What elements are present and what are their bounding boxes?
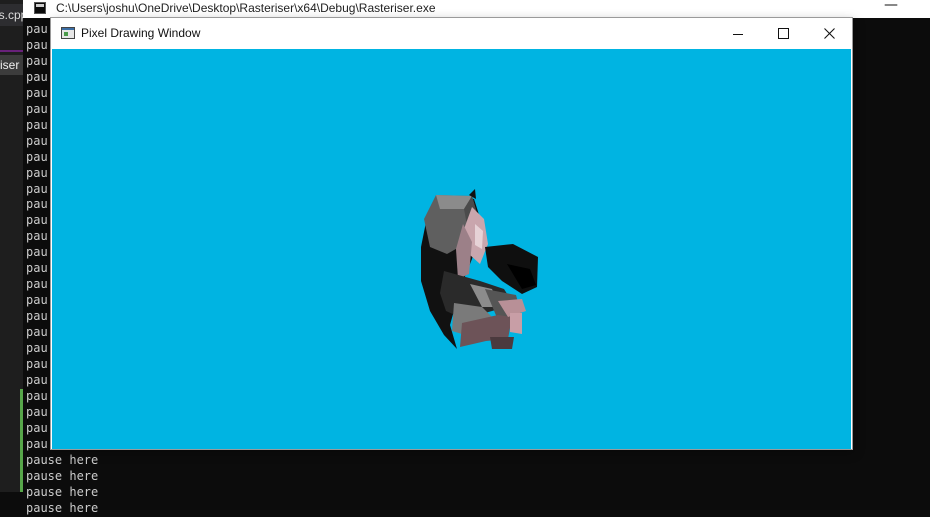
console-app-icon: [34, 2, 46, 14]
console-line: pause here: [26, 468, 99, 483]
editor-accent-bar: [0, 50, 23, 52]
console-title: C:\Users\joshu\OneDrive\Desktop\Rasteris…: [56, 1, 436, 15]
editor-file-tab[interactable]: es.cpp: [0, 4, 23, 26]
render-canvas[interactable]: [52, 49, 851, 449]
editor-strip: es.cpp riser: [0, 0, 24, 492]
close-button[interactable]: [806, 18, 852, 49]
console-line: pause here: [26, 452, 99, 467]
pixel-drawing-window: Pixel Drawing Window: [51, 18, 852, 449]
console-titlebar[interactable]: C:\Users\joshu\OneDrive\Desktop\Rasteris…: [23, 0, 930, 18]
close-icon: [823, 28, 835, 39]
window-titlebar[interactable]: Pixel Drawing Window: [51, 18, 852, 49]
maximize-button[interactable]: [760, 18, 806, 49]
window-title: Pixel Drawing Window: [81, 26, 201, 40]
maximize-icon: [777, 28, 789, 39]
minimize-button[interactable]: [715, 18, 761, 49]
minimize-icon: [733, 33, 743, 35]
console-minimize-button[interactable]: —: [881, 0, 901, 14]
window-app-icon: [61, 27, 75, 39]
console-line: pause here: [26, 484, 99, 499]
editor-project-tab[interactable]: riser: [0, 55, 23, 75]
console-line: pause here: [26, 500, 99, 515]
monkey-model: [421, 189, 538, 349]
